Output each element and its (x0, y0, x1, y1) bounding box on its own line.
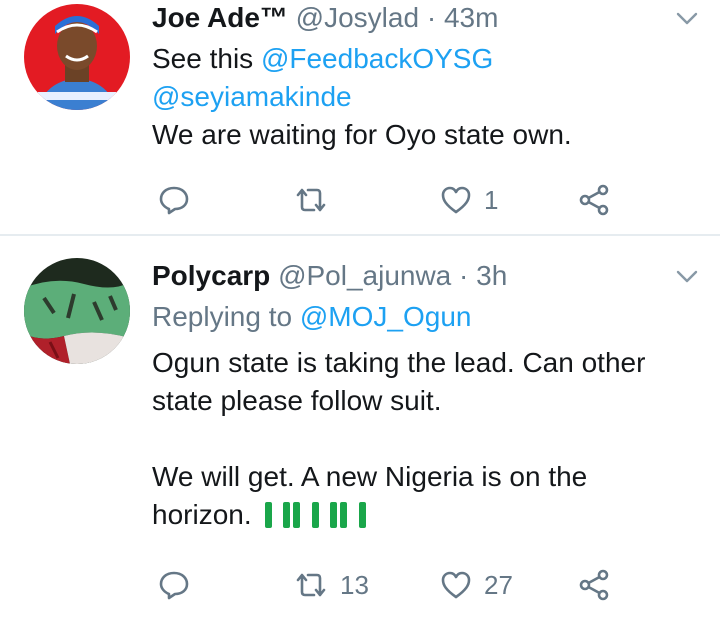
user-handle[interactable]: @Josylad (296, 2, 419, 33)
avatar[interactable] (24, 258, 130, 364)
mention-link[interactable]: @FeedbackOYSG (261, 43, 493, 74)
chevron-down-icon[interactable] (676, 12, 698, 26)
tweet-text: Ogun state is taking the lead. Can other… (152, 344, 700, 534)
retweet-count: 13 (340, 569, 369, 600)
tweet-text-line: We will get. A new Nigeria is on the (152, 461, 588, 492)
share-button[interactable] (578, 180, 610, 220)
display-name[interactable]: Polycarp (152, 260, 270, 291)
tweet-header: Joe Ade™ @Josylad · 43m (152, 0, 700, 36)
user-handle[interactable]: @Pol_ajunwa (278, 260, 451, 291)
avatar[interactable] (24, 4, 130, 110)
tweet-text-line: state please follow suit. (152, 385, 442, 416)
retweet-icon (296, 573, 326, 597)
text-horizon: horizon. (152, 499, 252, 530)
tweet-text-line: horizon. (152, 496, 700, 534)
tweet-text-line: @seyiamakinde (152, 78, 700, 116)
retweet-button[interactable]: 13 (294, 565, 369, 605)
reply-button[interactable] (158, 565, 190, 605)
share-icon (579, 569, 609, 601)
tweet-text-line: We are waiting for Oyo state own. (152, 119, 572, 150)
tweet-actions: 13 27 (152, 565, 632, 605)
tweet-header: Polycarp @Pol_ajunwa · 3h (152, 258, 700, 294)
separator: · (459, 260, 469, 291)
like-count: 1 (484, 184, 499, 215)
retweet-button[interactable] (294, 180, 328, 220)
tweet[interactable]: Joe Ade™ @Josylad · 43m See this @Feedba… (0, 0, 720, 234)
heart-icon (441, 571, 471, 599)
tweet-text-line: Ogun state is taking the lead. Can other (152, 347, 646, 378)
replying-to-label: Replying to (152, 301, 300, 332)
nigeria-flag-emoji-icon (265, 502, 367, 528)
tweet-text: See this @FeedbackOYSG @seyiamakinde We … (152, 40, 700, 154)
tweet-text-line: See this @FeedbackOYSG (152, 40, 700, 78)
chevron-down-icon[interactable] (676, 270, 698, 284)
tweet[interactable]: Polycarp @Pol_ajunwa · 3h Replying to @M… (0, 236, 720, 621)
like-button[interactable]: 1 (440, 180, 498, 220)
reply-icon (159, 571, 189, 600)
mention-link[interactable]: @MOJ_Ogun (300, 301, 472, 332)
timestamp[interactable]: 3h (476, 260, 507, 291)
avatar-image (24, 258, 130, 364)
timestamp[interactable]: 43m (444, 2, 498, 33)
replying-to: Replying to @MOJ_Ogun (152, 298, 700, 336)
text-prefix: See this (152, 43, 261, 74)
display-name[interactable]: Joe Ade™ (152, 2, 288, 33)
share-icon (579, 184, 609, 216)
reply-icon (159, 186, 189, 215)
tweet-actions: 1 (152, 180, 632, 220)
avatar-image (24, 4, 130, 110)
heart-icon (441, 186, 471, 214)
tweet-content: Polycarp @Pol_ajunwa · 3h Replying to @M… (152, 258, 700, 534)
retweet-icon (296, 188, 326, 212)
reply-button[interactable] (158, 180, 190, 220)
tweet-content: Joe Ade™ @Josylad · 43m See this @Feedba… (152, 0, 700, 154)
share-button[interactable] (578, 565, 610, 605)
mention-link[interactable]: @seyiamakinde (152, 81, 352, 112)
like-button[interactable]: 27 (440, 565, 513, 605)
separator: · (426, 2, 437, 33)
like-count: 27 (484, 569, 513, 600)
